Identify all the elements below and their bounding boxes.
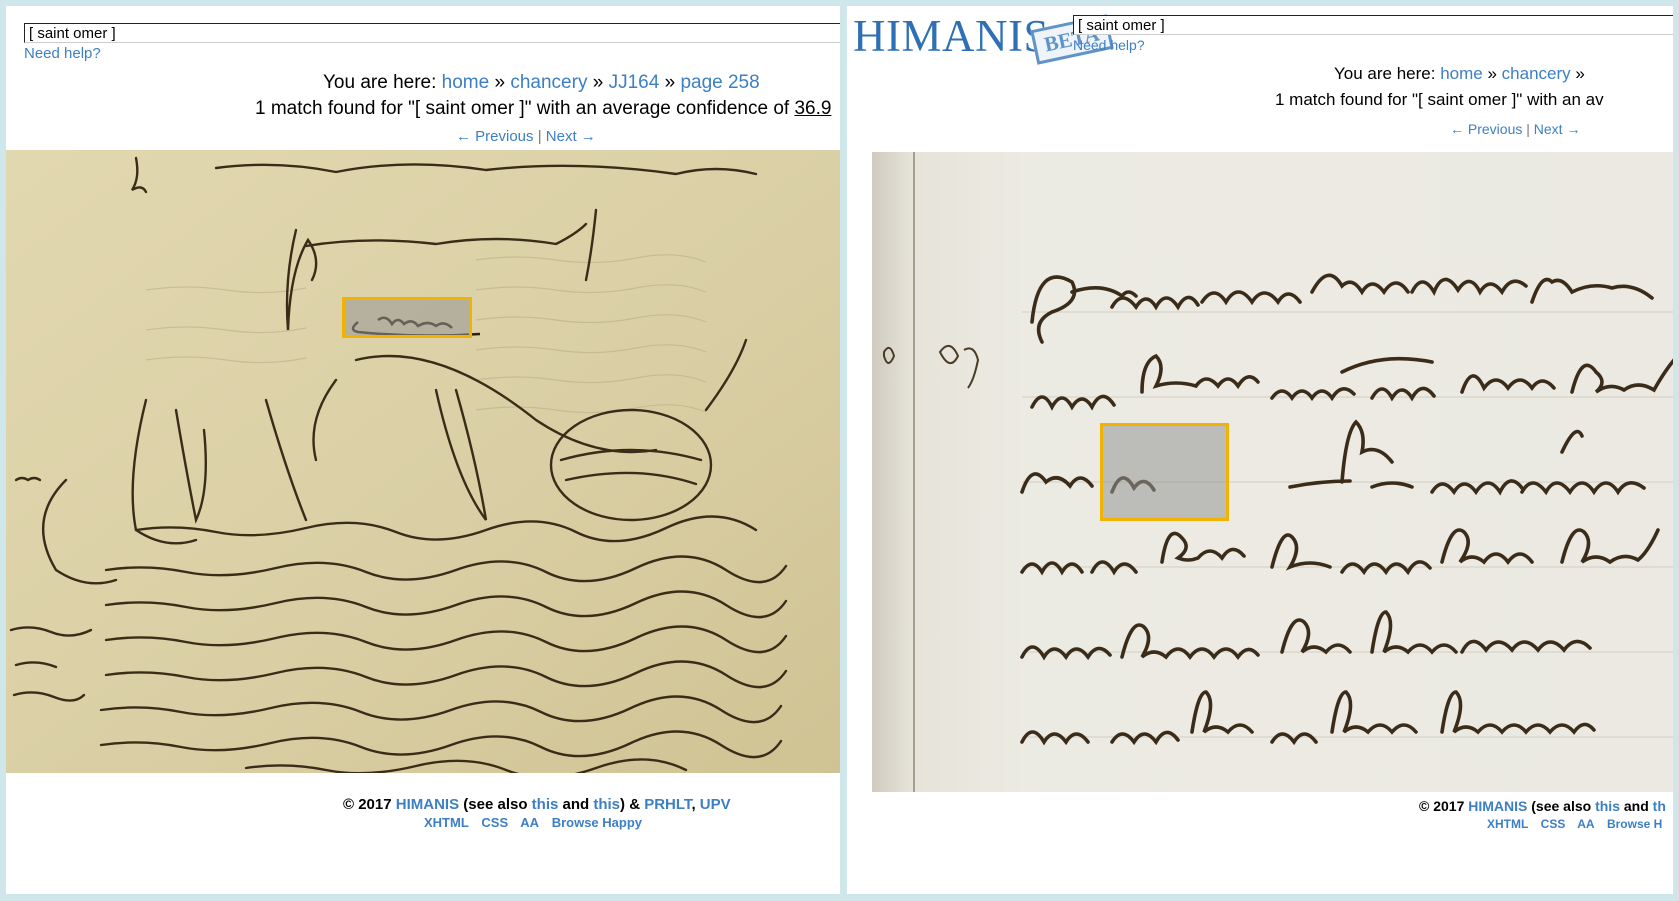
match-summary: 1 match found for "[ saint omer ]" with … [1275, 90, 1604, 110]
aa-link[interactable]: AA [520, 815, 539, 830]
breadcrumb-home[interactable]: home [1440, 64, 1483, 83]
xhtml-link[interactable]: XHTML [1487, 817, 1528, 831]
and-text: and [562, 796, 590, 813]
himanis-logo[interactable]: HIMANIS [853, 10, 1049, 62]
footer-links: XHTML CSS AA Browse Happy [424, 815, 651, 830]
match-highlight[interactable] [1100, 423, 1229, 521]
need-help-link[interactable]: Need help? [24, 45, 101, 62]
comma-text: , [691, 796, 696, 813]
css-link[interactable]: CSS [481, 815, 508, 830]
pager: ← Previous | Next → [1450, 121, 1580, 137]
match-summary: 1 match found for "[ saint omer ]" with … [255, 98, 831, 120]
breadcrumb-prefix: You are here: [323, 72, 437, 93]
breadcrumb-sep: » [664, 72, 676, 93]
search-input[interactable] [24, 23, 840, 43]
breadcrumb: You are here: home » chancery » JJ164 » … [323, 72, 760, 94]
this-link-1[interactable]: this [532, 796, 559, 813]
copyright: © 2017 [1419, 798, 1465, 814]
footer-links: XHTML CSS AA Browse H [1487, 817, 1671, 831]
browse-happy-link[interactable]: Browse H [1607, 817, 1662, 831]
pager-divider: | [1526, 121, 1530, 137]
himanis-link[interactable]: HIMANIS [396, 796, 459, 813]
himanis-link[interactable]: HIMANIS [1468, 798, 1527, 814]
right-panel: HIMANIS BETA Need help? You are here: ho… [847, 6, 1673, 894]
search-input[interactable] [1073, 15, 1673, 35]
breadcrumb-sep: » [494, 72, 506, 93]
breadcrumb-register[interactable]: JJ164 [609, 72, 660, 93]
confidence-value: 36.9 [794, 98, 832, 119]
see-also-text: (see also [463, 796, 528, 813]
this-link-2[interactable]: th [1653, 798, 1666, 814]
breadcrumb-chancery[interactable]: chancery [510, 72, 587, 93]
this-link-2[interactable]: this [593, 796, 620, 813]
breadcrumb-sep: » [592, 72, 604, 93]
left-panel: Need help? You are here: home » chancery… [6, 6, 840, 894]
prhlt-link[interactable]: PRHLT [644, 796, 691, 813]
browse-happy-link[interactable]: Browse Happy [552, 815, 642, 830]
breadcrumb-sep: » [1487, 64, 1497, 83]
pager-divider: | [537, 128, 542, 145]
close-amp-text: ) & [620, 796, 641, 813]
next-link[interactable]: Next → [546, 128, 596, 145]
aa-link[interactable]: AA [1577, 817, 1594, 831]
breadcrumb-chancery[interactable]: chancery [1502, 64, 1571, 83]
breadcrumb-prefix: You are here: [1334, 64, 1436, 83]
breadcrumb-page[interactable]: page 258 [680, 72, 759, 93]
breadcrumb-sep: » [1575, 64, 1585, 83]
upv-link[interactable]: UPV [700, 796, 731, 813]
need-help-link[interactable]: Need help? [1073, 37, 1145, 53]
next-link[interactable]: Next → [1534, 121, 1581, 137]
footer: © 2017 HIMANIS (see also this and th [1419, 798, 1666, 814]
copyright: © 2017 [343, 796, 392, 813]
previous-link[interactable]: ← Previous [456, 128, 534, 145]
match-text: 1 match found for "[ saint omer ]" with … [1275, 90, 1604, 109]
manuscript-image [6, 150, 840, 773]
footer: © 2017 HIMANIS (see also this and this) … [343, 796, 731, 813]
match-highlight[interactable] [342, 297, 472, 338]
match-text: 1 match found for "[ saint omer ]" with … [255, 98, 795, 119]
this-link-1[interactable]: this [1595, 798, 1620, 814]
see-also-text: (see also [1531, 798, 1592, 814]
previous-link[interactable]: ← Previous [1450, 121, 1522, 137]
and-text: and [1623, 798, 1649, 814]
breadcrumb-home[interactable]: home [442, 72, 490, 93]
breadcrumb: You are here: home » chancery » [1334, 64, 1585, 84]
css-link[interactable]: CSS [1541, 817, 1566, 831]
xhtml-link[interactable]: XHTML [424, 815, 469, 830]
pager: ← Previous | Next → [456, 128, 596, 145]
manuscript-image [872, 152, 1673, 792]
